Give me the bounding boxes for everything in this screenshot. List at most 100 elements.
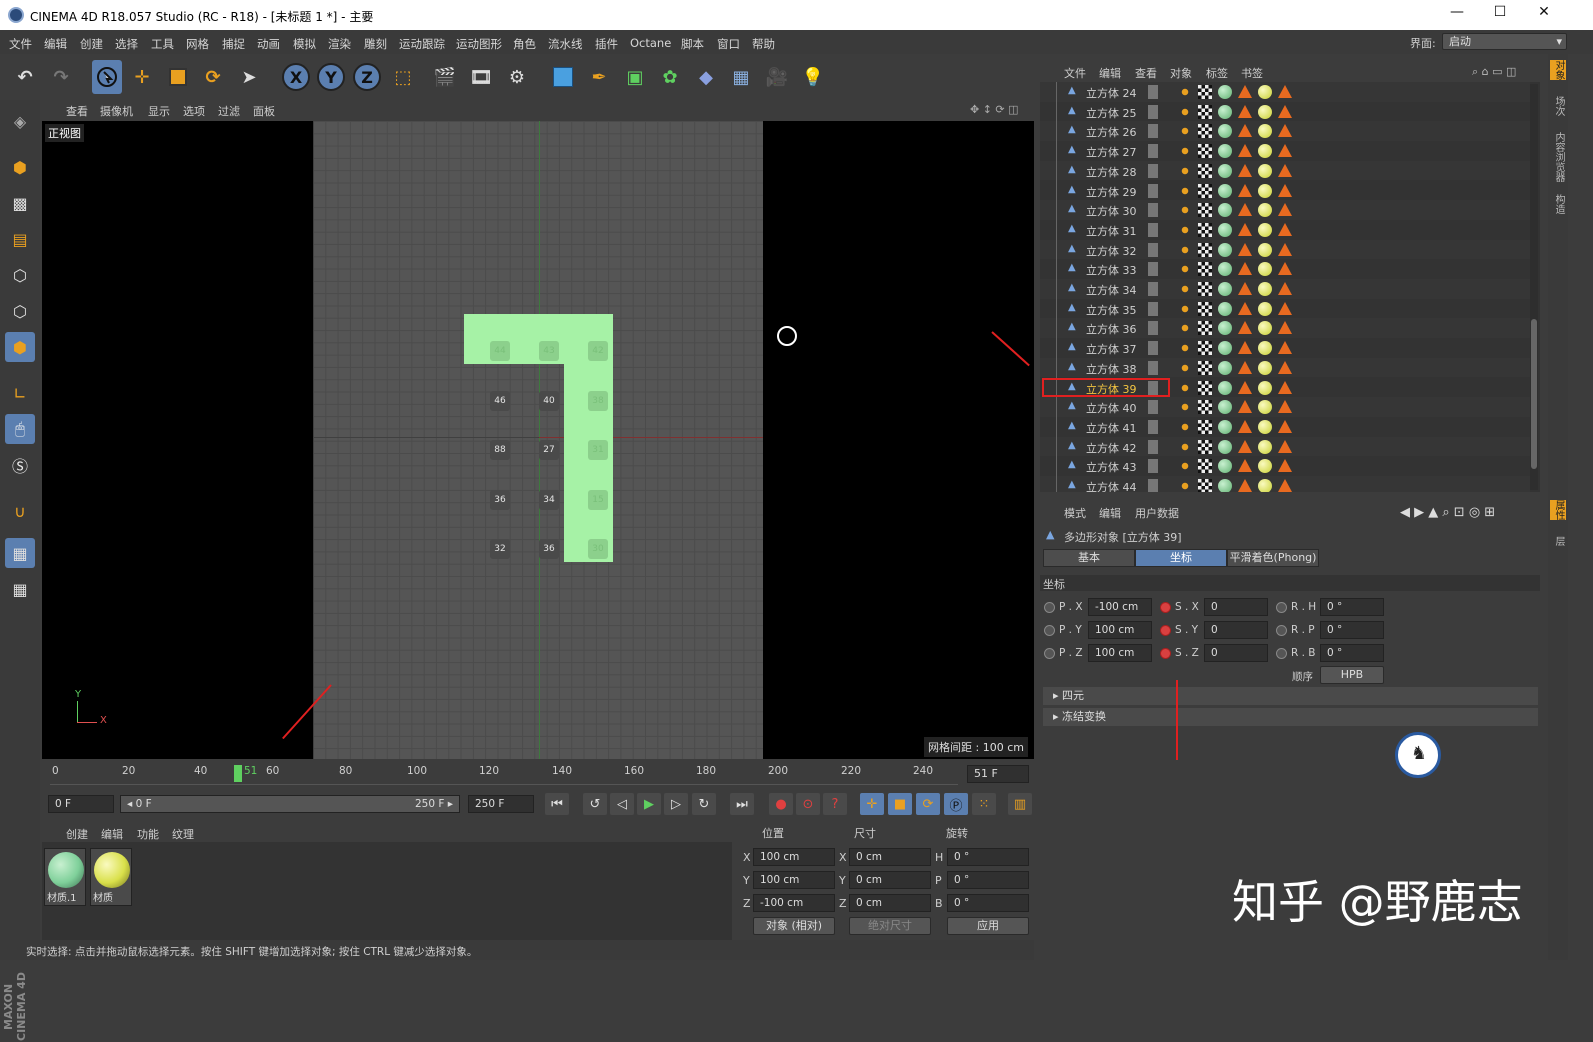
editor-visibility-icon[interactable] [1148,242,1158,257]
phong-tag-icon[interactable] [1178,222,1192,237]
list-item[interactable]: ▲ 立方体 28 [1040,160,1530,181]
tab-coord[interactable]: 坐标 [1135,549,1227,567]
playhead-marker[interactable] [234,765,242,782]
deformer-icon[interactable]: ◆ [691,60,721,94]
list-item[interactable]: ▲ 立方体 32 [1040,239,1530,260]
material-swatch[interactable]: 材质.1 [44,848,86,906]
object-name[interactable]: 立方体 24 [1086,85,1137,101]
object-name[interactable]: 立方体 41 [1086,420,1137,436]
warning-tag-icon[interactable] [1278,400,1292,414]
object-name[interactable]: 立方体 43 [1086,459,1137,475]
object-name[interactable]: 立方体 31 [1086,223,1137,239]
menu-pipeline[interactable]: 流水线 [548,36,583,52]
light-icon[interactable]: 💡 [798,60,828,94]
side-tab-structure[interactable]: 构造 [1550,194,1566,214]
menu-script[interactable]: 脚本 [681,36,704,52]
record-keys-icon[interactable]: ● [769,793,793,815]
animate-radio[interactable] [1044,625,1055,636]
material-tag-green-icon[interactable] [1218,341,1232,356]
warning-tag-icon[interactable] [1238,341,1252,355]
texture-checker-icon[interactable] [1198,419,1212,434]
key-rotation-icon[interactable]: ⟳ [916,793,940,815]
list-item[interactable]: ▲ 立方体 41 [1040,416,1530,437]
mat-menu-edit[interactable]: 编辑 [101,826,123,842]
texture-checker-icon[interactable] [1198,222,1212,237]
texture-checker-icon[interactable] [1198,144,1212,159]
list-item[interactable]: ▲ 立方体 35 [1040,298,1530,319]
timeline-window-icon[interactable]: ▥ [1008,793,1032,815]
material-tag-yellow-icon[interactable] [1258,341,1272,356]
texture-checker-icon[interactable] [1198,183,1212,198]
phong-tag-icon[interactable] [1178,360,1192,375]
texture-checker-icon[interactable] [1198,262,1212,277]
mat-menu-create[interactable]: 创建 [66,826,88,842]
close-button[interactable]: ✕ [1532,4,1556,26]
menu-motion-tracking[interactable]: 运动跟踪 [399,36,445,52]
warning-tag-icon[interactable] [1278,144,1292,158]
menu-mograph[interactable]: 运动图形 [456,36,502,52]
snap-magnet-icon[interactable]: ∪ [5,496,35,526]
pos-y-field[interactable]: 100 cm [1088,621,1152,639]
side-tab-takes[interactable]: 场次 [1550,96,1566,116]
size-mode-select[interactable]: 绝对尺寸 [849,917,931,935]
mat-menu-texture[interactable]: 纹理 [172,826,194,842]
list-item[interactable]: ▲ 立方体 31 [1040,219,1530,240]
keyframe-selection-icon[interactable]: ? [823,793,847,815]
object-name[interactable]: 立方体 32 [1086,243,1137,259]
warning-tag-icon[interactable] [1278,479,1292,492]
list-item[interactable]: ▲ 立方体 43 [1040,456,1530,477]
warning-tag-icon[interactable] [1238,124,1252,138]
editor-visibility-icon[interactable] [1148,85,1158,99]
warning-tag-icon[interactable] [1278,203,1292,217]
material-tag-yellow-icon[interactable] [1258,163,1272,178]
editor-visibility-icon[interactable] [1148,341,1158,356]
phong-tag-icon[interactable] [1178,85,1192,99]
pen-spline-icon[interactable]: ✒ [584,60,614,94]
move-tool-icon[interactable]: ✛ [127,60,157,94]
list-item[interactable]: ▲ 立方体 30 [1040,200,1530,221]
warning-tag-icon[interactable] [1238,282,1252,295]
vp-menu-view[interactable]: 查看 [66,103,88,119]
om-menu-view[interactable]: 查看 [1135,65,1157,81]
enable-axis-icon[interactable]: ∟ [5,378,35,408]
solo-icon[interactable]: Ⓢ [5,450,35,480]
tab-phong[interactable]: 平滑着色(Phong) [1227,549,1319,567]
minimize-button[interactable]: — [1445,4,1469,26]
polygons-mode-icon[interactable]: ⬢ [5,332,35,362]
warning-tag-icon[interactable] [1278,459,1292,473]
z-axis-lock-button[interactable]: Z [353,63,381,91]
workplane-mode-icon[interactable]: ▤ [5,224,35,254]
coordinate-system-icon[interactable]: ⬚ [388,60,418,94]
edges-mode-icon[interactable]: ⬡ [5,296,35,326]
menu-create[interactable]: 创建 [80,36,103,52]
phong-tag-icon[interactable] [1178,321,1192,336]
warning-tag-icon[interactable] [1238,222,1252,236]
menu-character[interactable]: 角色 [513,36,536,52]
editor-visibility-icon[interactable] [1148,262,1158,277]
warning-tag-icon[interactable] [1238,301,1252,315]
size-y-field[interactable]: 0 cm [849,871,931,889]
workplane-lock-icon[interactable]: ▦ [5,538,35,568]
viewport-front[interactable]: 44 43 42 46 40 38 88 27 31 36 34 15 32 3… [42,121,1034,759]
material-tag-yellow-icon[interactable] [1258,222,1272,237]
editor-visibility-icon[interactable] [1148,419,1158,434]
scale-y-field[interactable]: 0 [1204,621,1268,639]
planar-workplane-icon[interactable]: ▦ [5,574,35,604]
editor-visibility-icon[interactable] [1148,400,1158,415]
menu-select[interactable]: 选择 [115,36,138,52]
object-name[interactable]: 立方体 36 [1086,321,1137,337]
warning-tag-icon[interactable] [1278,380,1292,394]
texture-checker-icon[interactable] [1198,203,1212,218]
list-item[interactable]: ▲ 立方体 42 [1040,436,1530,457]
model-mode-icon[interactable]: ⬢ [5,152,35,182]
mat-menu-function[interactable]: 功能 [137,826,159,842]
phong-tag-icon[interactable] [1178,282,1192,296]
prev-key-icon[interactable]: ↺ [583,793,607,815]
rotation-b-field[interactable]: 0 ° [947,894,1029,912]
material-tag-green-icon[interactable] [1218,203,1232,218]
object-name[interactable]: 立方体 26 [1086,124,1137,140]
material-tag-green-icon[interactable] [1218,400,1232,415]
list-item[interactable]: ▲ 立方体 26 [1040,121,1530,142]
freeze-transform-section[interactable]: ▸ 冻结变换 [1043,708,1538,726]
menu-mesh[interactable]: 网格 [186,36,209,52]
